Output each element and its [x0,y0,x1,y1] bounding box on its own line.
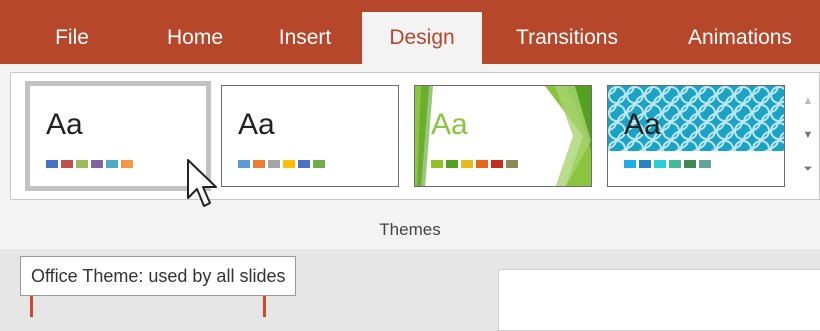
color-swatch [654,160,666,168]
theme-tooltip: Office Theme: used by all slides [20,256,297,296]
tab-transitions[interactable]: Transitions [492,12,642,64]
theme-color-swatches [431,160,521,168]
theme-preview-label: Aa [46,108,83,141]
color-swatch [268,160,280,168]
theme-color-swatches [624,160,714,168]
design-ribbon: Aa Aa Aa Aa ▲ ▼ ⏷ Themes [0,64,820,250]
mouse-cursor-icon [187,159,217,207]
tab-file[interactable]: File [32,12,112,64]
color-swatch [446,160,458,168]
color-swatch [669,160,681,168]
scroll-down-icon[interactable]: ▼ [797,119,819,151]
color-swatch [491,160,503,168]
color-swatch [639,160,651,168]
color-swatch [238,160,250,168]
color-swatch [624,160,636,168]
tab-design[interactable]: Design [362,12,482,64]
scroll-up-icon[interactable]: ▲ [797,85,819,117]
color-swatch [313,160,325,168]
color-swatch [506,160,518,168]
color-swatch [76,160,88,168]
color-swatch [253,160,265,168]
more-gallery-icon[interactable]: ⏷ [797,153,819,185]
color-swatch [684,160,696,168]
color-swatch [61,160,73,168]
color-swatch [106,160,118,168]
themes-gallery: Aa Aa Aa Aa ▲ ▼ ⏷ [10,72,820,200]
gallery-scroll-controls: ▲ ▼ ⏷ [797,85,819,187]
theme-preview-label: Aa [238,108,275,141]
tab-home[interactable]: Home [150,12,240,64]
color-swatch [283,160,295,168]
theme-patterned[interactable]: Aa [607,85,785,187]
tab-animations[interactable]: Animations [660,12,820,64]
theme-office[interactable]: Aa [25,81,211,191]
theme-facet[interactable]: Aa [414,85,592,187]
color-swatch [121,160,133,168]
theme-preview-label: Aa [624,108,661,141]
color-swatch [46,160,58,168]
theme-color-swatches [238,160,328,168]
tab-insert[interactable]: Insert [260,12,350,64]
color-swatch [699,160,711,168]
ribbon-tab-bar: File Home Insert Design Transitions Anim… [0,0,820,64]
themes-group-label: Themes [379,220,441,239]
theme-preview-label: Aa [431,108,468,141]
color-swatch [476,160,488,168]
theme-office-2[interactable]: Aa [221,85,399,187]
color-swatch [431,160,443,168]
slide-canvas[interactable] [498,269,820,331]
color-swatch [91,160,103,168]
theme-color-swatches [46,160,136,168]
color-swatch [298,160,310,168]
color-swatch [461,160,473,168]
